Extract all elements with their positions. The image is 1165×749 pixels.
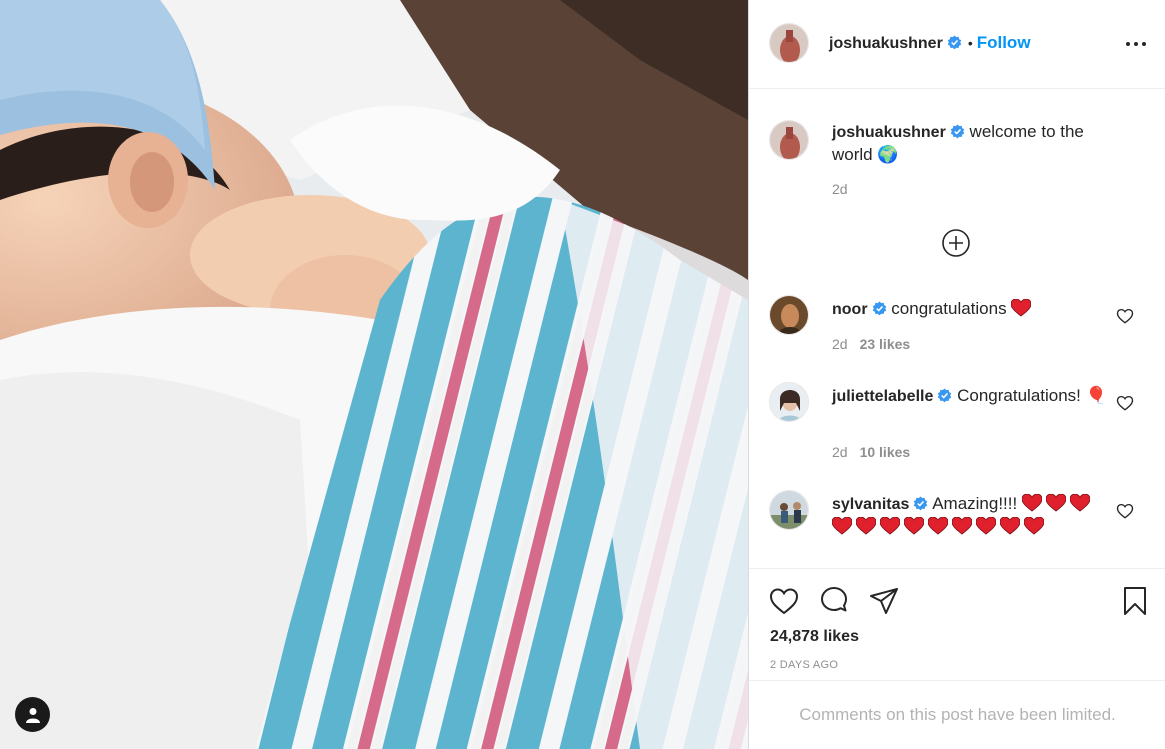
- follow-button[interactable]: Follow: [977, 33, 1031, 52]
- comments-list[interactable]: joshuakushner welcome to the world 🌍 2d …: [749, 90, 1165, 568]
- heart-small-icon[interactable]: [1116, 307, 1134, 325]
- red-heart-emoji-icon: [1021, 494, 1042, 512]
- post-side-panel: joshuakushner • Follow joshuakushner welco…: [748, 0, 1165, 749]
- comment-username[interactable]: juliettelabelle: [832, 388, 933, 405]
- red-heart-emoji-icon: [832, 517, 852, 535]
- post-header: joshuakushner • Follow: [749, 0, 1165, 89]
- author-avatar[interactable]: [769, 23, 809, 63]
- comment-meta: 2d 10 likes: [832, 444, 910, 460]
- verified-badge-icon: [938, 388, 952, 403]
- save-icon[interactable]: [1119, 585, 1151, 617]
- comment-avatar[interactable]: [769, 382, 809, 422]
- comment-time[interactable]: 2d: [832, 336, 848, 352]
- add-comment-icon[interactable]: [941, 228, 971, 258]
- comment-icon[interactable]: [818, 585, 850, 617]
- verified-badge-icon: [947, 35, 962, 50]
- verified-badge-icon: [872, 301, 886, 316]
- post-time-ago[interactable]: 2 DAYS AGO: [770, 659, 838, 671]
- comment-text: Amazing!!!!: [932, 494, 1018, 513]
- red-heart-emoji-icon: [1011, 299, 1032, 317]
- comment-username[interactable]: noor: [832, 301, 868, 318]
- red-heart-emoji-icon: [952, 517, 972, 535]
- user-tag-icon: [25, 707, 40, 723]
- red-heart-emoji-icon: [1069, 494, 1090, 512]
- red-heart-emoji-icon: [1045, 494, 1066, 512]
- caption-author-avatar[interactable]: [769, 120, 809, 160]
- heart-small-icon[interactable]: [1116, 502, 1134, 520]
- comment-likes[interactable]: 23 likes: [860, 336, 911, 352]
- more-icon[interactable]: [1125, 34, 1147, 54]
- comment-text-block: noor congratulations: [832, 298, 1107, 321]
- red-heart-emoji-icon: [976, 517, 996, 535]
- separator-dot: •: [967, 35, 973, 51]
- comment-text-block: sylvanitas Amazing!!!!: [832, 493, 1107, 538]
- red-heart-emoji-icon: [880, 517, 900, 535]
- newborn-photo-image: [0, 0, 748, 749]
- red-heart-emoji-icon: [904, 517, 924, 535]
- comment-meta: 2d 23 likes: [832, 336, 910, 352]
- comment-text: congratulations: [891, 299, 1007, 318]
- comment-time[interactable]: 2d: [832, 444, 848, 460]
- caption-text-block: joshuakushner welcome to the world 🌍: [832, 121, 1107, 166]
- red-heart-emoji-icon: [928, 517, 948, 535]
- author-username[interactable]: joshuakushner: [829, 35, 943, 52]
- author-line: joshuakushner • Follow: [829, 33, 1031, 53]
- post-actions: 24,878 likes 2 DAYS AGO: [749, 568, 1165, 680]
- comments-limited-notice: Comments on this post have been limited.: [749, 680, 1165, 749]
- comment-text: Congratulations! 🎈: [957, 386, 1107, 405]
- red-heart-emoji-icon: [856, 517, 876, 535]
- caption-time[interactable]: 2d: [832, 181, 848, 197]
- likes-count[interactable]: 24,878 likes: [770, 628, 859, 646]
- like-icon[interactable]: [768, 585, 800, 617]
- post-photo[interactable]: [0, 0, 748, 749]
- comment-likes[interactable]: 10 likes: [860, 444, 911, 460]
- comment-text-block: juliettelabelle Congratulations! 🎈: [832, 385, 1107, 408]
- red-heart-emoji-icon: [1024, 517, 1044, 535]
- user-tag-button[interactable]: [15, 697, 50, 732]
- heart-small-icon[interactable]: [1116, 394, 1134, 412]
- verified-badge-icon: [950, 124, 965, 139]
- caption-username[interactable]: joshuakushner: [832, 124, 946, 141]
- comment-avatar[interactable]: [769, 295, 809, 335]
- red-heart-emoji-icon: [1000, 517, 1020, 535]
- comment-avatar[interactable]: [769, 490, 809, 530]
- share-icon[interactable]: [868, 585, 900, 617]
- comment-username[interactable]: sylvanitas: [832, 496, 909, 513]
- verified-badge-icon: [914, 496, 928, 511]
